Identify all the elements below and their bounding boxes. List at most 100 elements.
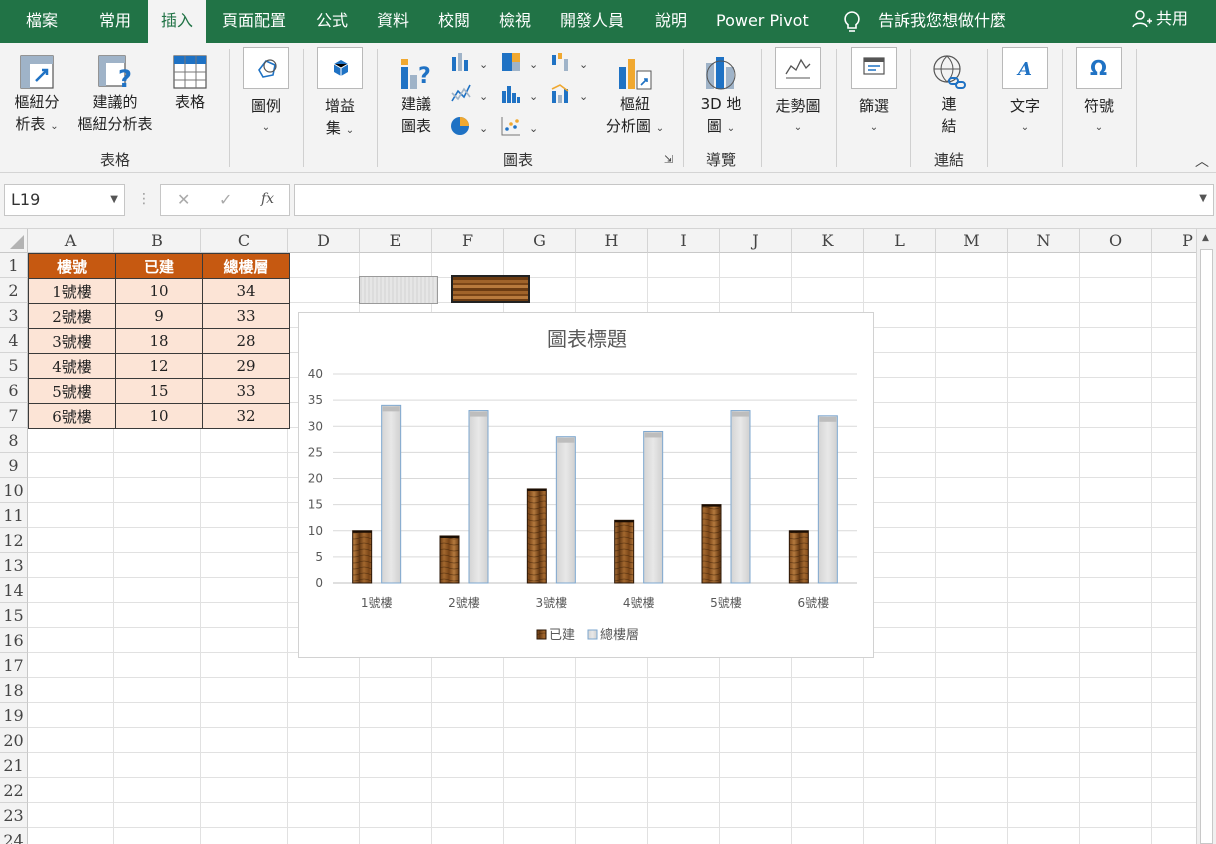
bar-built[interactable]	[526, 488, 547, 584]
chart-title[interactable]: 圖表標題	[547, 327, 627, 351]
addins-button[interactable]: 增益 集 ⌄	[316, 47, 364, 142]
row-header-7[interactable]: 7	[0, 403, 28, 428]
confirm-icon[interactable]: ✓	[219, 190, 232, 209]
legend-swatch-total[interactable]	[587, 629, 598, 640]
column-header-m[interactable]: M	[936, 229, 1008, 253]
row-header-11[interactable]: 11	[0, 503, 28, 528]
row-header-23[interactable]: 23	[0, 803, 28, 828]
column-header-k[interactable]: K	[792, 229, 864, 253]
row-header-16[interactable]: 16	[0, 628, 28, 653]
combo-chart-icon[interactable]: ⌄	[550, 83, 590, 105]
row-header-15[interactable]: 15	[0, 603, 28, 628]
table-cell[interactable]: 34	[202, 278, 290, 304]
tab-power-pivot[interactable]: Power Pivot	[716, 0, 809, 43]
row-header-8[interactable]: 8	[0, 428, 28, 453]
sparklines-button[interactable]: 走勢圖 ⌄	[770, 47, 826, 139]
row-header-20[interactable]: 20	[0, 728, 28, 753]
bar-built[interactable]	[788, 530, 809, 584]
column-header-a[interactable]: A	[28, 229, 114, 253]
row-header-22[interactable]: 22	[0, 778, 28, 803]
bar-total-floors[interactable]	[468, 410, 489, 584]
cancel-icon[interactable]: ✕	[177, 190, 190, 209]
column-header-c[interactable]: C	[201, 229, 288, 253]
table-button[interactable]: 表格	[168, 53, 212, 113]
line-chart-icon[interactable]: ⌄	[450, 83, 490, 105]
column-header-g[interactable]: G	[504, 229, 576, 253]
gray-texture-swatch[interactable]	[359, 276, 438, 304]
pivot-chart-button[interactable]: 樞紐 分析圖 ⌄	[600, 53, 670, 140]
formula-input[interactable]: ▼	[294, 184, 1214, 216]
column-header-h[interactable]: H	[576, 229, 648, 253]
filters-button[interactable]: 篩選 ⌄	[850, 47, 898, 139]
column-header-e[interactable]: E	[360, 229, 432, 253]
table-cell[interactable]: 10	[115, 278, 203, 304]
bar-built[interactable]	[439, 535, 460, 584]
column-header-d[interactable]: D	[288, 229, 360, 253]
row-header-12[interactable]: 12	[0, 528, 28, 553]
tab-data[interactable]: 資料	[377, 0, 409, 43]
bar-total-floors[interactable]	[381, 404, 402, 584]
row-header-19[interactable]: 19	[0, 703, 28, 728]
row-header-6[interactable]: 6	[0, 378, 28, 403]
table-cell[interactable]: 15	[115, 378, 203, 404]
row-header-24[interactable]: 24	[0, 828, 28, 844]
column-header-n[interactable]: N	[1008, 229, 1080, 253]
pivot-table-button[interactable]: 樞紐分 析表 ⌄	[8, 53, 66, 138]
scroll-thumb[interactable]	[1200, 249, 1213, 844]
table-cell[interactable]: 2號樓	[28, 303, 116, 329]
table-cell[interactable]: 33	[202, 378, 290, 404]
select-all-corner[interactable]	[0, 229, 28, 253]
table-cell[interactable]: 3號樓	[28, 328, 116, 354]
insert-function-icon[interactable]: fx	[261, 191, 274, 207]
row-header-3[interactable]: 3	[0, 303, 28, 328]
tab-file[interactable]: 檔案	[26, 0, 58, 43]
table-cell[interactable]: 12	[115, 353, 203, 379]
chart-area[interactable]: 圖表標題 0 5 10 15 20 25 30 35 40 1號樓 2號樓 3號樓 4號樓 5號樓 6號樓 …	[298, 312, 874, 658]
column-header-b[interactable]: B	[114, 229, 201, 253]
text-button[interactable]: A 文字 ⌄	[1000, 47, 1050, 139]
row-header-13[interactable]: 13	[0, 553, 28, 578]
column-header-p[interactable]: P	[1152, 229, 1196, 253]
header-cell-built[interactable]: 已建	[115, 253, 203, 279]
illustrations-button[interactable]: 圖例 ⌄	[242, 47, 290, 139]
table-cell[interactable]: 32	[202, 403, 290, 429]
row-header-18[interactable]: 18	[0, 678, 28, 703]
link-button[interactable]: 連 結	[926, 53, 972, 137]
tab-help[interactable]: 說明	[655, 0, 687, 43]
column-header-j[interactable]: J	[720, 229, 792, 253]
tab-formulas[interactable]: 公式	[316, 0, 348, 43]
hierarchy-chart-icon[interactable]: ⌄	[500, 51, 540, 73]
recommended-charts-button[interactable]: ? 建議 圖表	[394, 53, 438, 137]
scroll-up-icon[interactable]: ▲	[1202, 233, 1209, 243]
row-header-10[interactable]: 10	[0, 478, 28, 503]
table-cell[interactable]: 9	[115, 303, 203, 329]
wood-texture-swatch[interactable]	[451, 275, 530, 303]
table-cell[interactable]: 6號樓	[28, 403, 116, 429]
waterfall-chart-icon[interactable]: ⌄	[550, 51, 590, 73]
header-cell-total[interactable]: 總樓層	[202, 253, 290, 279]
table-cell[interactable]: 33	[202, 303, 290, 329]
legend-swatch-built[interactable]	[536, 629, 547, 640]
header-cell-building[interactable]: 樓號	[28, 253, 116, 279]
tab-developer[interactable]: 開發人員	[560, 0, 624, 43]
table-cell[interactable]: 4號樓	[28, 353, 116, 379]
tab-review[interactable]: 校閱	[438, 0, 470, 43]
bar-total-floors[interactable]	[730, 410, 751, 584]
name-box[interactable]: L19 ▼	[4, 184, 125, 216]
column-header-l[interactable]: L	[864, 229, 936, 253]
row-header-14[interactable]: 14	[0, 578, 28, 603]
3d-map-button[interactable]: 3D 地 圖 ⌄	[696, 53, 746, 140]
tab-insert[interactable]: 插入	[148, 0, 207, 43]
collapse-ribbon-icon[interactable]: ︿	[1195, 151, 1209, 171]
row-header-1[interactable]: 1	[0, 253, 28, 278]
bar-built[interactable]	[614, 519, 635, 584]
table-cell[interactable]: 28	[202, 328, 290, 354]
row-header-17[interactable]: 17	[0, 653, 28, 678]
tab-page-layout[interactable]: 頁面配置	[222, 0, 286, 43]
tab-home[interactable]: 常用	[99, 0, 131, 43]
table-cell[interactable]: 1號樓	[28, 278, 116, 304]
bar-total-floors[interactable]	[555, 436, 576, 584]
table-cell[interactable]: 29	[202, 353, 290, 379]
row-header-5[interactable]: 5	[0, 353, 28, 378]
dialog-launcher-icon[interactable]: ⇲	[664, 153, 673, 166]
